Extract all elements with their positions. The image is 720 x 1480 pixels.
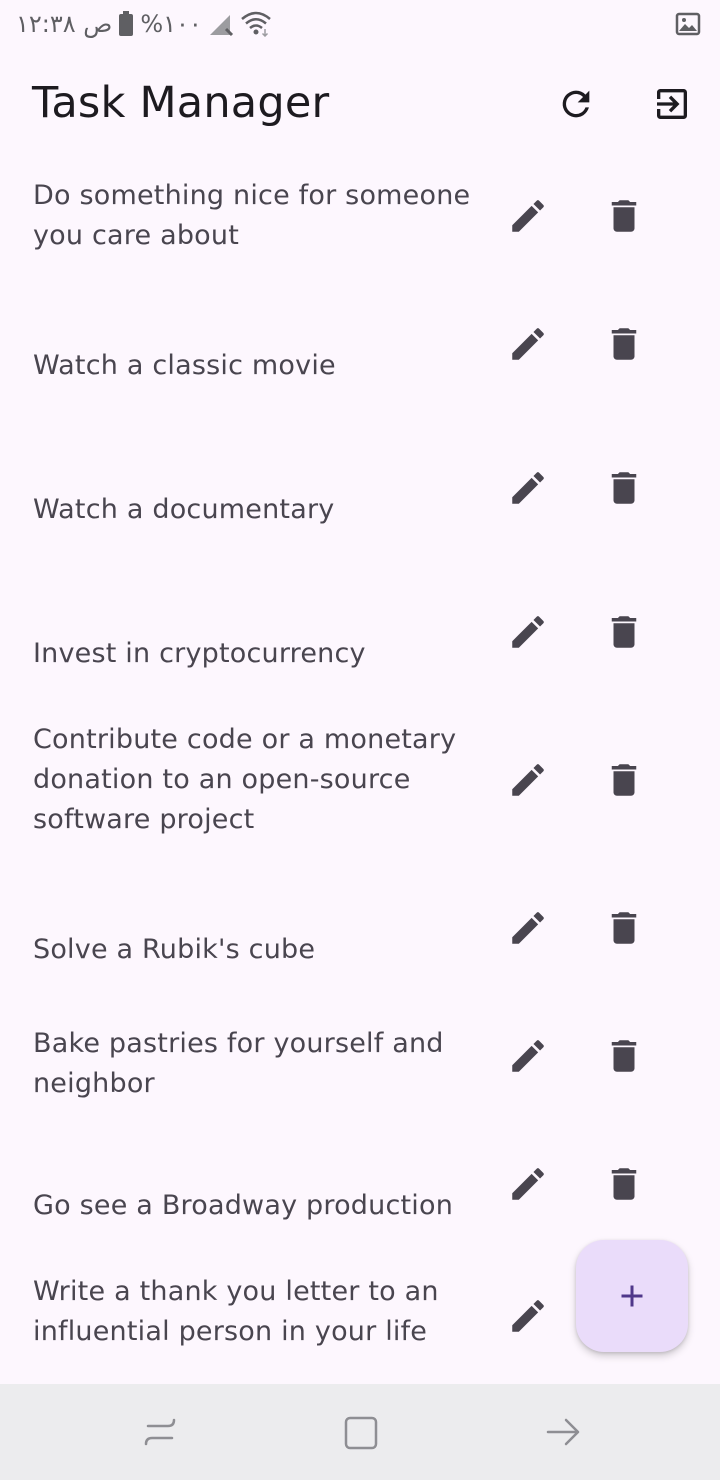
trash-icon (611, 328, 637, 360)
status-bar: ص ١٢:٣٨ %١٠٠ (0, 0, 720, 48)
app-bar: Task Manager (0, 56, 720, 152)
pencil-icon (512, 200, 544, 232)
home-button[interactable] (336, 1408, 384, 1456)
pencil-icon (512, 328, 544, 360)
image-notification-icon (674, 10, 702, 38)
task-item[interactable]: Do something nice for someone you care a… (0, 160, 720, 288)
delete-button[interactable] (596, 752, 652, 808)
task-title: Write a thank you letter to an influenti… (33, 1276, 439, 1347)
add-task-button[interactable] (576, 1240, 688, 1352)
plus-icon (621, 1285, 643, 1307)
task-title: Watch a classic movie (33, 350, 336, 381)
task-title: Solve a Rubik's cube (33, 934, 316, 965)
delete-button[interactable] (596, 460, 652, 516)
task-item[interactable]: Bake pastries for yourself and neighbor (0, 1008, 720, 1136)
edit-button[interactable] (500, 900, 556, 956)
task-item[interactable]: Contribute code or a monetary donation t… (0, 704, 720, 864)
trash-icon (611, 912, 637, 944)
battery-icon (119, 11, 134, 36)
back-button[interactable] (136, 1408, 184, 1456)
wifi-icon (240, 11, 271, 37)
page-title: Task Manager (32, 78, 330, 128)
navigation-bar (0, 1384, 720, 1480)
logout-icon (657, 89, 687, 119)
edit-button[interactable] (500, 1156, 556, 1212)
pencil-icon (512, 616, 544, 648)
task-title: Go see a Broadway production (33, 1190, 454, 1221)
delete-button[interactable] (596, 1028, 652, 1084)
home-icon (344, 1416, 378, 1450)
delete-button[interactable] (596, 188, 652, 244)
recent-apps-button[interactable] (538, 1408, 586, 1456)
trash-icon (611, 1168, 637, 1200)
task-item[interactable]: Solve a Rubik's cube (0, 864, 720, 1008)
pencil-icon (512, 912, 544, 944)
recent-apps-icon (546, 1418, 580, 1446)
edit-button[interactable] (500, 1028, 556, 1084)
task-item[interactable]: Invest in cryptocurrency (0, 576, 720, 704)
battery-percent: %١٠٠ (140, 10, 202, 38)
trash-icon (611, 616, 637, 648)
signal-icon (209, 15, 233, 37)
edit-button[interactable] (500, 460, 556, 516)
logout-button[interactable] (644, 76, 700, 132)
trash-icon (611, 1040, 637, 1072)
pencil-icon (512, 1168, 544, 1200)
delete-button[interactable] (596, 900, 652, 956)
edit-button[interactable] (500, 604, 556, 660)
trash-icon (611, 472, 637, 504)
pencil-icon (512, 1040, 544, 1072)
edit-button[interactable] (500, 752, 556, 808)
status-time: ص ١٢:٣٨ (16, 10, 113, 38)
delete-button[interactable] (596, 316, 652, 372)
back-icon (144, 1418, 176, 1446)
task-title: Do something nice for someone you care a… (33, 180, 471, 251)
refresh-button[interactable] (548, 76, 604, 132)
delete-button[interactable] (596, 604, 652, 660)
refresh-icon (562, 90, 590, 118)
pencil-icon (512, 764, 544, 796)
trash-icon (611, 764, 637, 796)
task-title: Contribute code or a monetary donation t… (33, 724, 457, 835)
edit-button[interactable] (500, 1288, 556, 1344)
delete-button[interactable] (596, 1156, 652, 1212)
task-title: Watch a documentary (33, 494, 335, 525)
pencil-icon (512, 472, 544, 504)
task-item[interactable]: Watch a documentary (0, 432, 720, 576)
task-title: Invest in cryptocurrency (33, 638, 366, 669)
edit-button[interactable] (500, 316, 556, 372)
pencil-icon (512, 1300, 544, 1332)
task-title: Bake pastries for yourself and neighbor (33, 1028, 444, 1099)
status-left-group: ص ١٢:٣٨ %١٠٠ (16, 8, 272, 40)
task-item[interactable]: Watch a classic movie (0, 288, 720, 432)
trash-icon (611, 200, 637, 232)
edit-button[interactable] (500, 188, 556, 244)
